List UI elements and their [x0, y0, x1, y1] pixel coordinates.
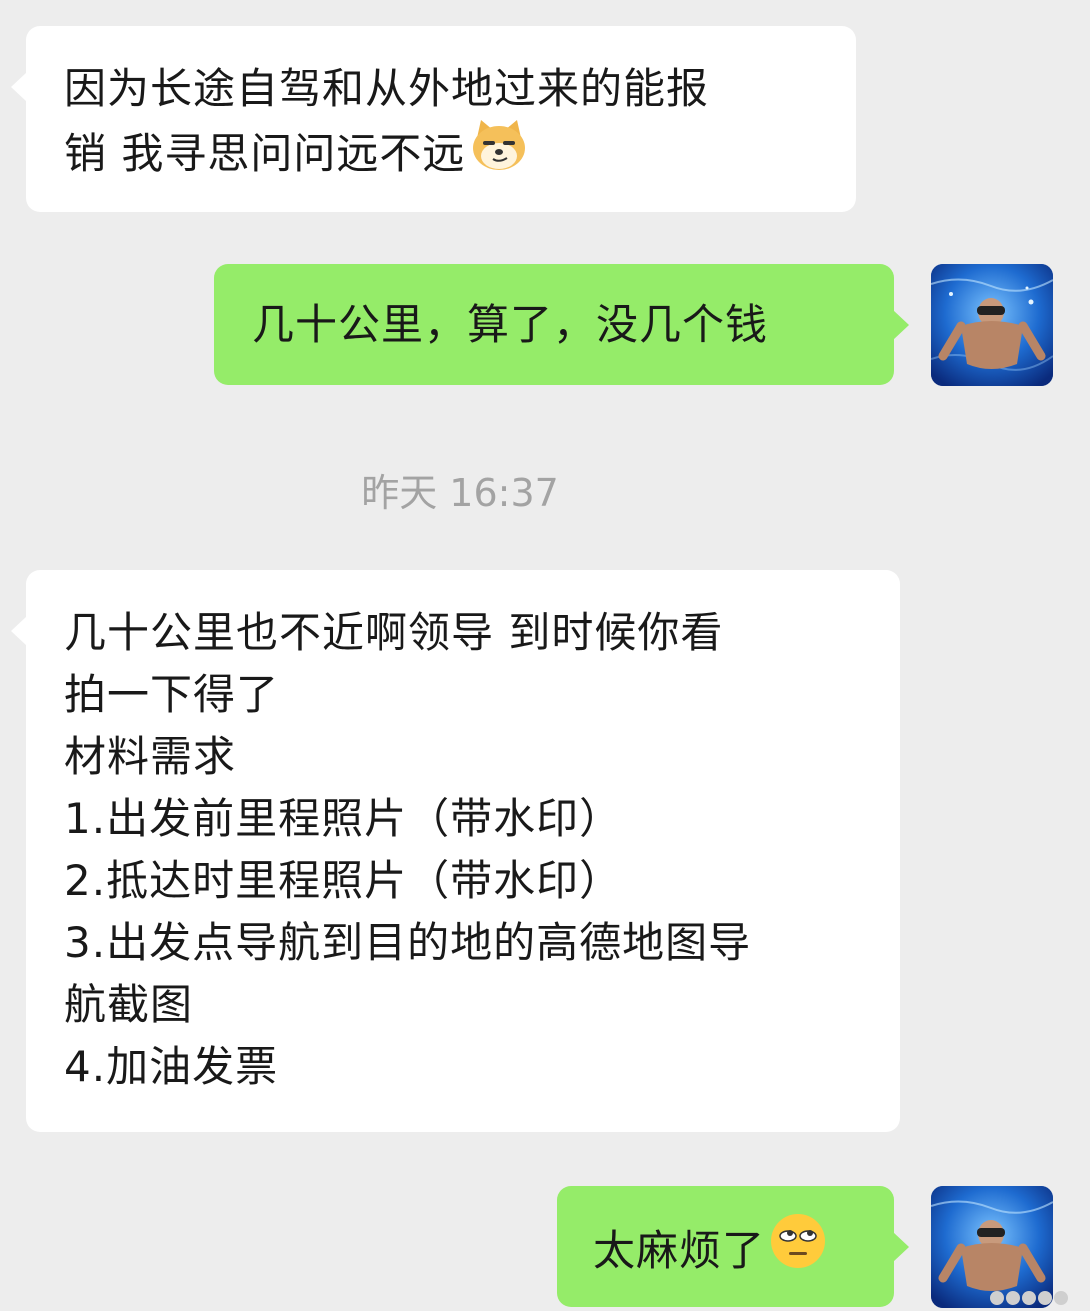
avatar[interactable] — [931, 264, 1053, 386]
message-text-line: 拍一下得了 — [64, 670, 280, 719]
watermark-dots-icon — [990, 1291, 1068, 1305]
message-text-line: 2.抵达时里程照片（带水印） — [64, 856, 623, 905]
message-timestamp: 昨天 16:37 — [361, 471, 559, 515]
message-text-line: 因为长途自驾和从外地过来的能报 — [64, 64, 710, 113]
message-bubble-incoming-2[interactable]: 几十公里也不近啊领导 到时候你看 拍一下得了 材料需求 1.出发前里程照片（带水… — [11, 570, 900, 1132]
message-bubble-outgoing-1[interactable]: 几十公里，算了，没几个钱 — [214, 264, 909, 385]
message-text-line: 航截图 — [64, 980, 194, 1029]
message-text-line: 太麻烦了 — [593, 1214, 860, 1291]
swimmer-underwater-avatar — [931, 1186, 1053, 1308]
message-text-line: 1.出发前里程照片（带水印） — [64, 794, 623, 843]
shiba-dog-smirk-icon — [469, 116, 529, 189]
message-text-line: 销 我寻思问问远不远 — [64, 120, 818, 193]
message-text-line: 几十公里，算了，没几个钱 — [252, 300, 769, 349]
avatar[interactable] — [931, 1186, 1053, 1308]
eye-roll-face-icon — [769, 1212, 827, 1287]
message-text-line: 几十公里也不近啊领导 到时候你看 — [64, 608, 724, 657]
message-bubble-outgoing-2[interactable]: 太麻烦了 — [557, 1186, 909, 1307]
message-text-line: 4.加油发票 — [64, 1042, 279, 1091]
message-bubble-incoming-1[interactable]: 因为长途自驾和从外地过来的能报 销 我寻思问问远不远 — [11, 26, 856, 212]
message-text-line: 3.出发点导航到目的地的高德地图导 — [64, 918, 752, 967]
message-text-line: 材料需求 — [64, 732, 237, 781]
swimmer-underwater-avatar — [931, 264, 1053, 386]
